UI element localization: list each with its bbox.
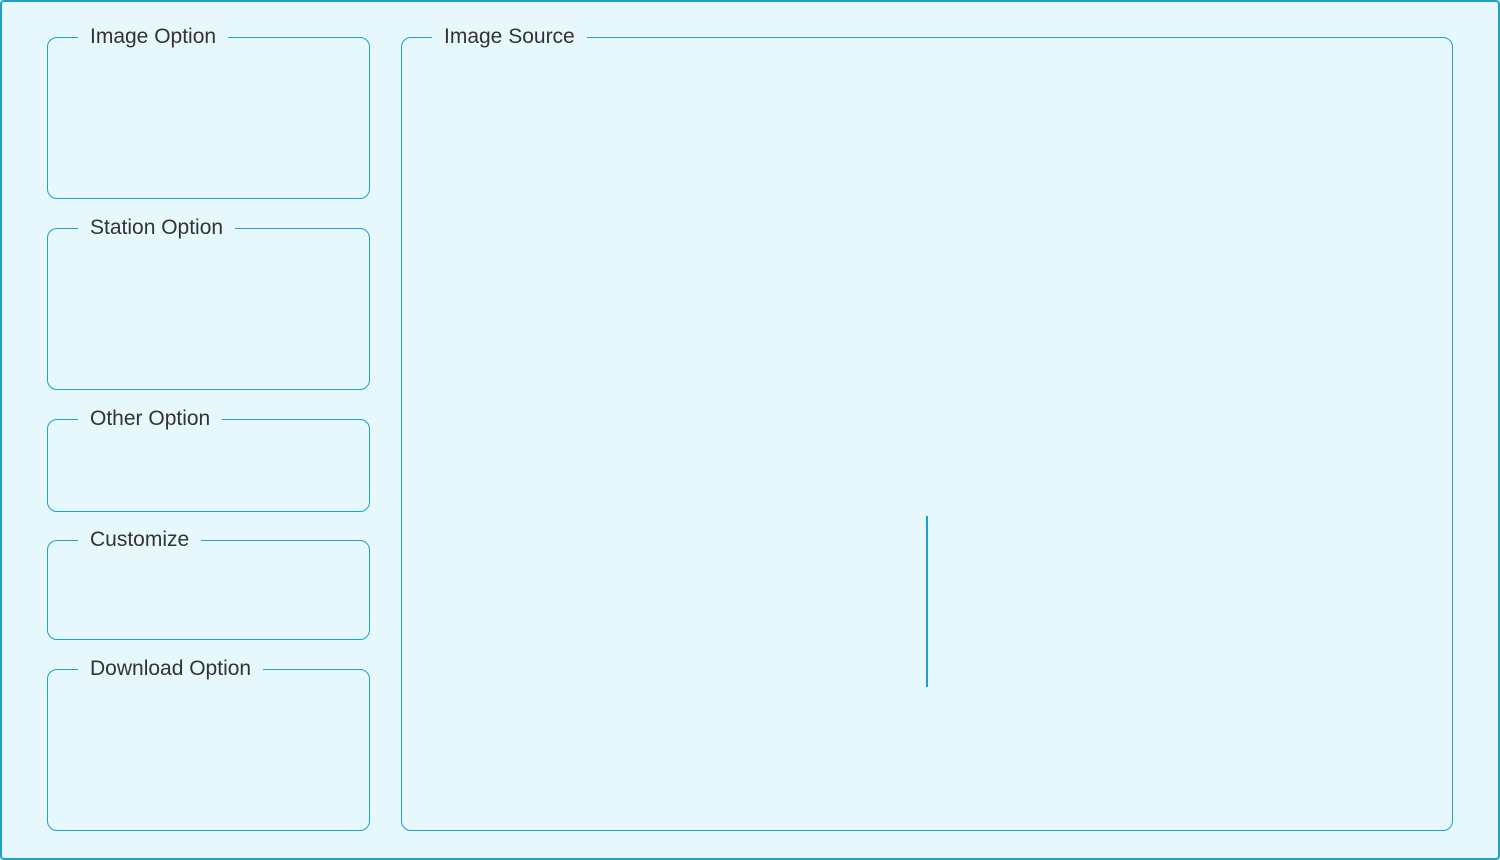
image-option-content <box>48 47 369 198</box>
vertical-divider <box>926 516 928 687</box>
station-option-content <box>48 238 369 389</box>
customize-title: Customize <box>90 528 190 551</box>
other-option-panel: Other Option <box>47 407 370 512</box>
image-source-content <box>402 47 1452 830</box>
download-option-panel: Download Option <box>47 657 370 831</box>
image-source-panel: Image Source <box>401 25 1453 831</box>
download-option-content <box>48 679 369 830</box>
customize-content <box>48 550 369 639</box>
image-option-panel: Image Option <box>47 25 370 199</box>
customize-panel: Customize <box>47 528 370 640</box>
station-option-title: Station Option <box>90 216 224 239</box>
image-source-title: Image Source <box>444 25 575 48</box>
download-option-title: Download Option <box>90 657 252 680</box>
other-option-title: Other Option <box>90 407 211 430</box>
image-option-title: Image Option <box>90 25 217 48</box>
station-option-panel: Station Option <box>47 216 370 390</box>
other-option-content <box>48 429 369 511</box>
